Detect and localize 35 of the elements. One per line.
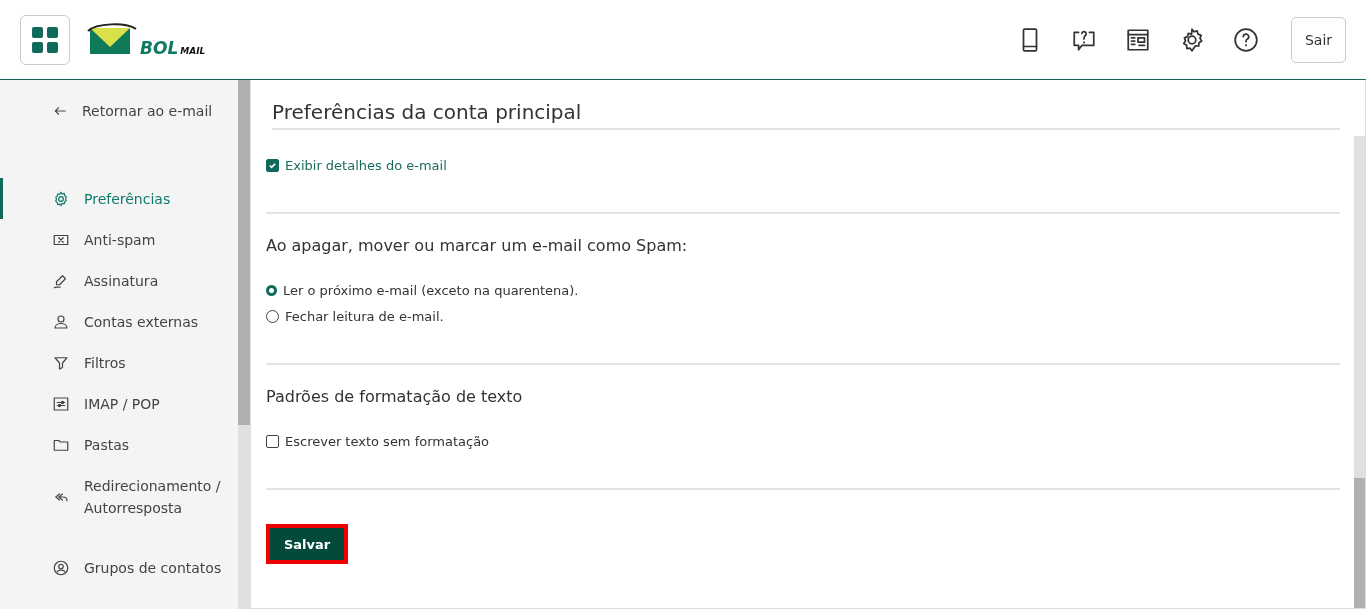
help-icon xyxy=(1233,26,1259,53)
checkbox[interactable] xyxy=(266,158,279,172)
section-heading: Padrões de formatação de texto xyxy=(266,387,524,406)
save-button[interactable]: Salvar xyxy=(266,524,348,564)
group-icon xyxy=(52,558,70,577)
logout-button[interactable]: Sair xyxy=(1291,16,1346,63)
sidebar-item[interactable]: IMAP / POP xyxy=(0,383,238,424)
checkbox-label: Exibir detalhes do e-mail xyxy=(285,157,447,173)
sidebar-item[interactable]: Filtros xyxy=(0,342,238,383)
scrollbar[interactable] xyxy=(1354,136,1365,608)
person-icon xyxy=(52,312,70,331)
grid-icon xyxy=(32,26,58,53)
sliders-icon xyxy=(52,394,70,413)
sidebar-item[interactable]: Anti-spam xyxy=(0,219,238,260)
back-link[interactable]: Retornar ao e-mail xyxy=(82,103,213,119)
layout-icon xyxy=(1125,26,1151,53)
sidebar-item[interactable]: Pastas xyxy=(0,424,238,465)
section-heading: Ao apagar, mover ou marcar um e-mail como Spam: xyxy=(266,236,689,255)
radio-button[interactable] xyxy=(266,284,277,296)
scrollbar[interactable] xyxy=(238,80,250,609)
sidebar-item[interactable]: Grupos de contatos xyxy=(0,547,238,588)
page-title: Preferências da conta principal xyxy=(272,100,1340,130)
sidebar-item[interactable]: Contas externas xyxy=(0,301,238,342)
logo-text: BOL xyxy=(140,39,179,57)
envelope-logo-icon xyxy=(86,22,138,57)
check-icon xyxy=(268,160,277,170)
checkbox[interactable] xyxy=(266,434,279,448)
sidebar-item[interactable]: Redirecionamento / Autorresposta xyxy=(0,475,238,519)
logo-subtext: MAIL xyxy=(180,46,206,57)
radio-label: Fechar leitura de e-mail. xyxy=(285,308,444,324)
radio-label: Ler o próximo e-mail (exceto na quarentena). xyxy=(283,282,579,298)
gear-icon xyxy=(52,189,70,208)
apps-button[interactable] xyxy=(20,14,70,65)
sidebar-item[interactable]: Assinatura xyxy=(0,260,238,301)
checkbox-label: Escrever texto sem formatação xyxy=(285,433,490,449)
